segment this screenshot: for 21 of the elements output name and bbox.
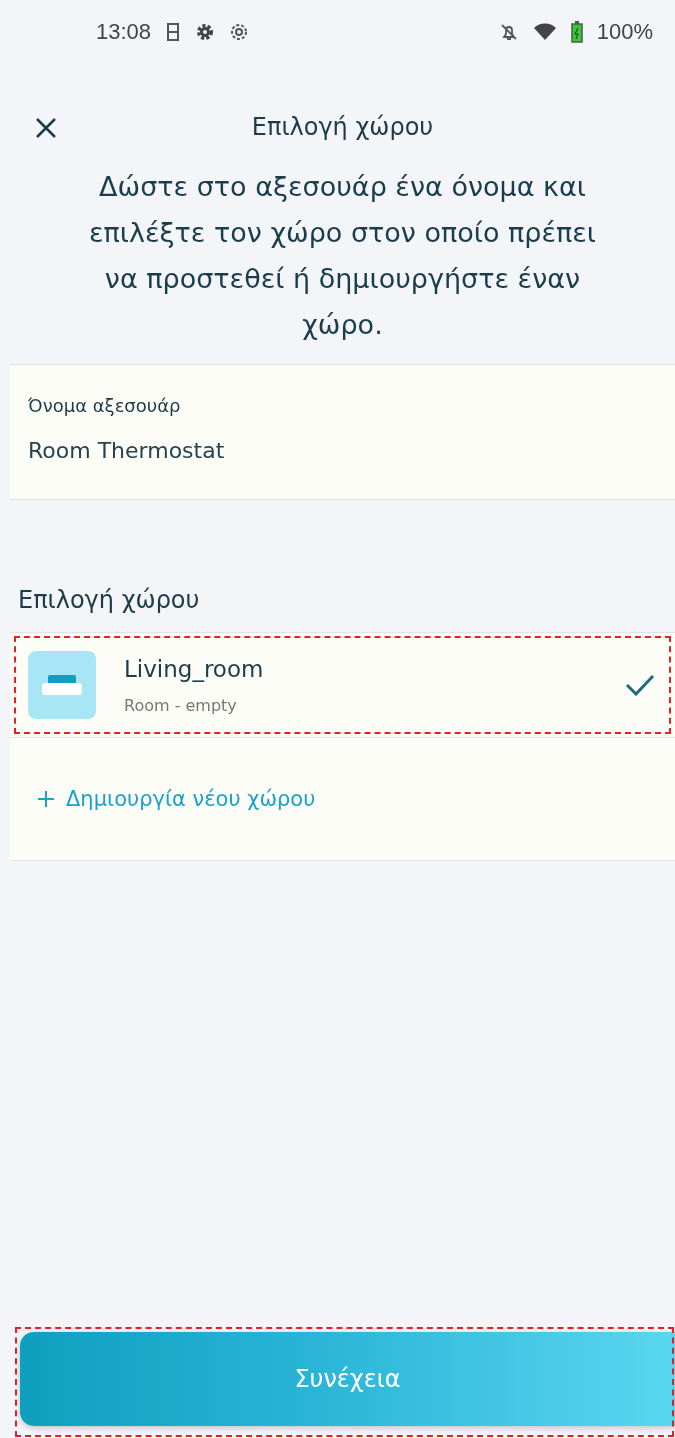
field-value: Room Thermostat [28, 438, 226, 463]
sofa-icon [28, 651, 96, 719]
close-icon [34, 116, 58, 140]
room-item[interactable]: Living_room Room - empty [10, 632, 675, 738]
check-icon [625, 674, 655, 696]
field-label: Όνομα αξεσουάρ [28, 395, 182, 416]
name-field[interactable]: Όνομα αξεσουάρ Room Thermostat [10, 364, 675, 500]
battery-level: 100% [596, 19, 653, 45]
plus-icon [38, 791, 54, 807]
muted-bell-icon [498, 22, 519, 42]
room-subtitle: Room - empty [124, 695, 238, 715]
status-time: 13:08 [96, 19, 152, 45]
close-button[interactable] [34, 116, 58, 140]
room-name: Living_room [124, 655, 265, 682]
instruction-text: Δώστε στο αξεσουάρ ένα όνομα και επιλέξτε τον χώρο στον οποίο πρέπει να προστεθεί ή δημιουργήστε έναν χώρο. [88, 170, 597, 342]
settings-icon [229, 22, 250, 42]
gear-icon [195, 22, 216, 42]
wifi-icon [532, 22, 557, 42]
section-title: Επιλογή χώρου [18, 586, 201, 614]
screen-title: Επιλογή χώρου [251, 113, 434, 141]
battery-icon [570, 21, 583, 43]
